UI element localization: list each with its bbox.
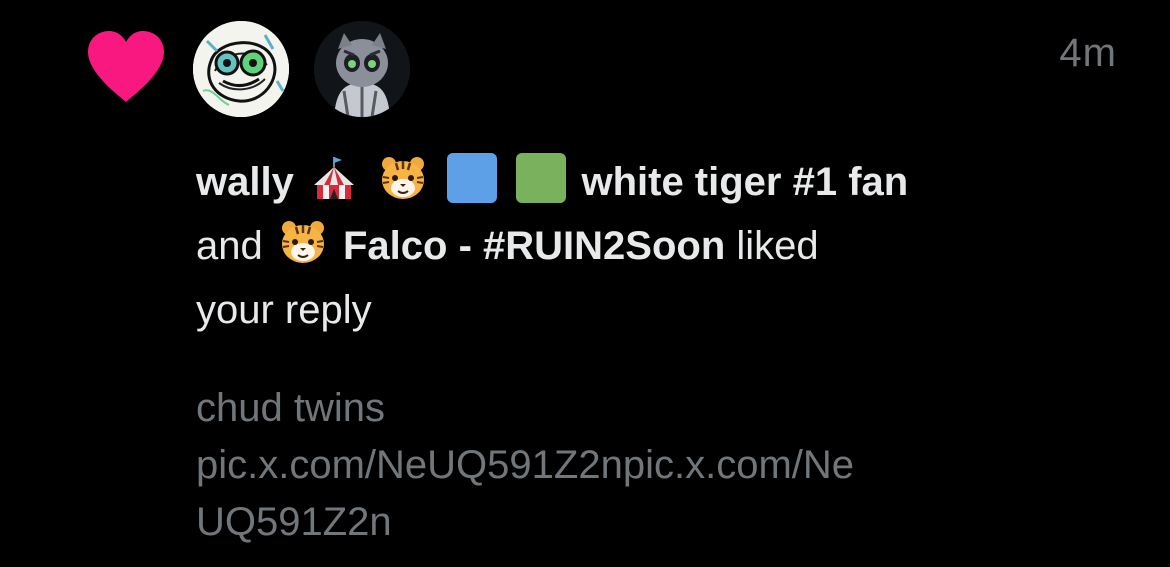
- preview-line: chud twins: [196, 386, 385, 430]
- user-name-wally[interactable]: wally: [196, 160, 294, 204]
- reply-preview[interactable]: chud twins pic.x.com/NeUQ591Z2npic.x.com…: [196, 380, 996, 551]
- circus-tent-emoji: [309, 153, 359, 203]
- action-text: liked: [736, 224, 819, 268]
- blue-square-emoji: [447, 153, 498, 203]
- connector-text: and: [196, 224, 263, 268]
- heart-icon: [88, 31, 164, 102]
- user-name-falco[interactable]: Falco - #RUIN2Soon: [343, 224, 725, 268]
- tiger-face-emoji: [378, 153, 428, 203]
- avatar-wally[interactable]: [193, 21, 289, 117]
- preview-line: UQ591Z2n: [196, 500, 392, 544]
- notification-headline: wally white tiger #1 fan and Falco - #RU…: [196, 150, 976, 342]
- avatar-scribble-image: [193, 21, 289, 117]
- tiger-face-emoji: [278, 217, 328, 267]
- avatar-dark-creature-image: [314, 21, 410, 117]
- like-notification[interactable]: 4m wally white tiger #1 fan and Falco - …: [0, 0, 1170, 567]
- object-text: your reply: [196, 288, 372, 332]
- avatar-falco[interactable]: [314, 21, 410, 117]
- timestamp: 4m: [1059, 31, 1117, 75]
- green-square-emoji: [516, 153, 567, 203]
- user-name-suffix[interactable]: white tiger #1 fan: [581, 160, 908, 204]
- preview-line: pic.x.com/NeUQ591Z2npic.x.com/Ne: [196, 443, 855, 487]
